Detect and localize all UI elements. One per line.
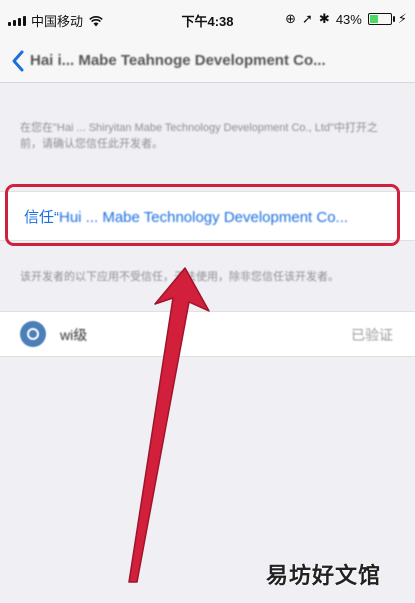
watermark: 易坊好文馆 bbox=[266, 563, 382, 589]
red-arrow-annotation bbox=[128, 267, 210, 583]
